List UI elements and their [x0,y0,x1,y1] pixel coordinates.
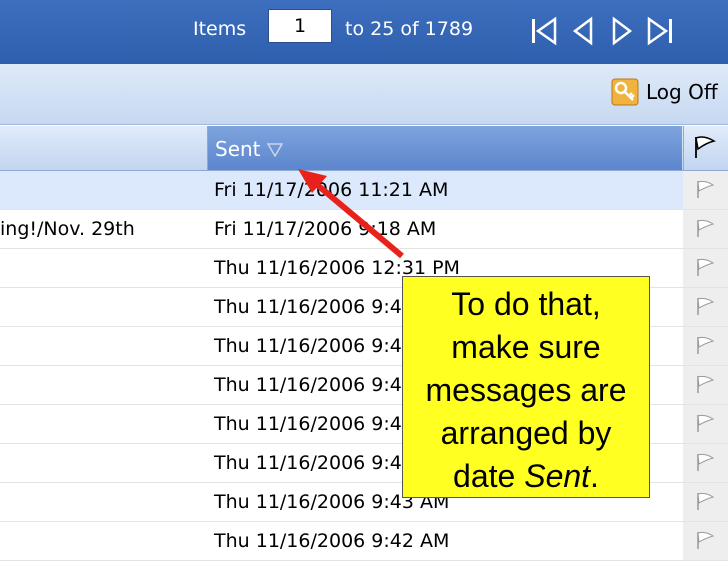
flag-icon [697,453,715,471]
message-row[interactable]: Thu 11/16/2006 9:42 AM [0,522,728,561]
callout-line: To do that, [451,286,601,322]
flag-icon [695,136,716,158]
message-sent-date: Fri 11/17/2006 11:21 AM [214,179,449,201]
flag-cell[interactable] [683,327,728,365]
flag-icon [697,219,715,237]
next-page-icon[interactable] [606,15,636,47]
sort-descending-icon[interactable] [267,143,283,157]
flag-icon [697,375,715,393]
key-icon[interactable] [611,78,639,106]
callout-line: make sure [451,329,601,365]
flag-icon [697,336,715,354]
message-sent-date: Thu 11/16/2006 9:42 AM [214,530,450,552]
previous-page-icon[interactable] [569,15,599,47]
log-off-button[interactable]: Log Off [646,80,718,104]
flag-icon [697,531,715,549]
last-page-icon[interactable] [645,15,675,47]
flag-icon [697,180,715,198]
flag-cell[interactable] [683,483,728,521]
flag-cell[interactable] [683,249,728,287]
flag-column-header[interactable] [683,126,728,170]
flag-icon [697,492,715,510]
flag-cell[interactable] [683,366,728,404]
flag-icon [697,414,715,432]
callout-line: arranged by [440,415,612,451]
message-row[interactable]: Fri 11/17/2006 11:21 AM [0,171,728,210]
flag-cell[interactable] [683,171,728,209]
callout-text: date [453,458,525,494]
callout-line: messages are [425,372,627,408]
flag-cell[interactable] [683,405,728,443]
flag-cell[interactable] [683,444,728,482]
callout-text: . [590,458,599,494]
flag-cell[interactable] [683,288,728,326]
flag-icon [697,258,715,276]
callout-emphasis: Sent [524,458,591,494]
flag-cell[interactable] [683,210,728,248]
flag-icon [697,297,715,315]
first-page-icon[interactable] [529,15,559,47]
page-number-input[interactable]: 1 [268,9,332,43]
message-row[interactable]: ing!/Nov. 29th Fri 11/17/2006 9:18 AM [0,210,728,249]
message-subject: ing!/Nov. 29th [0,218,135,240]
flag-cell[interactable] [683,522,728,560]
callout-line: date Sent. [403,455,649,498]
message-sent-date: Fri 11/17/2006 9:18 AM [214,218,437,240]
item-range-label: to 25 of 1789 [345,18,474,40]
sent-column-label[interactable]: Sent [215,137,261,161]
items-label: Items [193,18,247,40]
instruction-callout: To do that, make sure messages are arran… [402,276,650,498]
